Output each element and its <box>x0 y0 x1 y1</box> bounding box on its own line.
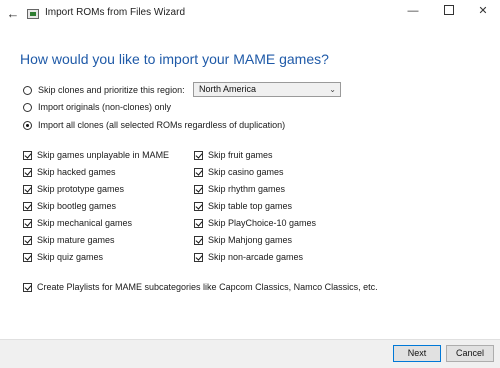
radio-label: Import all clones (all selected ROMs reg… <box>38 120 286 130</box>
checkbox[interactable] <box>194 235 203 245</box>
maximize-icon <box>444 5 454 16</box>
checkbox-label: Skip PlayChoice-10 games <box>208 218 317 228</box>
checkbox-label: Skip hacked games <box>37 167 116 177</box>
checkbox[interactable] <box>23 218 32 228</box>
minimize-button[interactable]: — <box>396 0 430 22</box>
checkbox-skip-prototype[interactable]: Skip prototype games <box>23 182 124 196</box>
radio-skip-clones[interactable]: Skip clones and prioritize this region: <box>23 83 185 97</box>
checkbox[interactable] <box>194 150 203 160</box>
checkbox[interactable] <box>23 282 32 292</box>
region-select[interactable]: North America ⌄ <box>193 82 341 97</box>
checkbox-skip-hacked[interactable]: Skip hacked games <box>23 165 116 179</box>
checkbox-label: Skip prototype games <box>37 184 125 194</box>
region-select-value: North America <box>199 84 257 94</box>
checkbox-label: Skip mechanical games <box>37 218 133 228</box>
checkbox-skip-mechanical[interactable]: Skip mechanical games <box>23 216 132 230</box>
checkbox-skip-fruit[interactable]: Skip fruit games <box>194 148 273 162</box>
checkbox[interactable] <box>194 167 203 177</box>
radio-button[interactable] <box>23 120 32 130</box>
checkbox-skip-non-arcade[interactable]: Skip non-arcade games <box>194 250 303 264</box>
checkbox[interactable] <box>23 167 32 177</box>
close-icon: ✕ <box>478 5 488 17</box>
checkbox-label: Skip non-arcade games <box>208 252 304 262</box>
checkbox[interactable] <box>194 201 203 211</box>
cancel-button[interactable]: Cancel <box>446 345 494 362</box>
checkbox[interactable] <box>194 252 203 262</box>
checkbox[interactable] <box>194 184 203 194</box>
checkbox-skip-table-top[interactable]: Skip table top games <box>194 199 292 213</box>
checkbox-label: Skip bootleg games <box>37 201 117 211</box>
radio-originals-only[interactable]: Import originals (non-clones) only <box>23 100 171 114</box>
checkbox-skip-unplayable[interactable]: Skip games unplayable in MAME <box>23 148 169 162</box>
checkbox-skip-casino[interactable]: Skip casino games <box>194 165 284 179</box>
checkbox[interactable] <box>23 150 32 160</box>
checkbox-skip-quiz[interactable]: Skip quiz games <box>23 250 103 264</box>
checkbox-label: Create Playlists for MAME subcategories … <box>37 282 378 292</box>
back-button[interactable]: ← <box>4 5 22 23</box>
next-button[interactable]: Next <box>393 345 441 362</box>
checkbox-skip-mature[interactable]: Skip mature games <box>23 233 115 247</box>
checkbox-label: Skip quiz games <box>37 252 104 262</box>
checkbox-skip-mahjong[interactable]: Skip Mahjong games <box>194 233 292 247</box>
checkbox-skip-bootleg[interactable]: Skip bootleg games <box>23 199 116 213</box>
arrow-left-icon: ← <box>6 6 20 21</box>
checkbox-label: Skip rhythm games <box>208 184 286 194</box>
checkbox[interactable] <box>194 218 203 228</box>
maximize-button[interactable] <box>432 0 466 22</box>
checkbox-skip-playchoice[interactable]: Skip PlayChoice-10 games <box>194 216 316 230</box>
checkbox-label: Skip mature games <box>37 235 115 245</box>
radio-label: Skip clones and prioritize this region: <box>38 85 185 95</box>
radio-label: Import originals (non-clones) only <box>38 102 172 112</box>
checkbox-label: Skip table top games <box>208 201 293 211</box>
checkbox-label: Skip games unplayable in MAME <box>37 150 170 160</box>
checkbox[interactable] <box>23 201 32 211</box>
close-button[interactable]: ✕ <box>466 0 500 22</box>
app-icon <box>27 9 39 19</box>
checkbox-label: Skip fruit games <box>208 150 273 160</box>
page-heading: How would you like to import your MAME g… <box>20 51 329 67</box>
checkbox[interactable] <box>23 184 32 194</box>
checkbox-create-playlists[interactable]: Create Playlists for MAME subcategories … <box>23 280 378 294</box>
checkbox[interactable] <box>23 252 32 262</box>
window-title: Import ROMs from Files Wizard <box>45 7 186 18</box>
checkbox-label: Skip casino games <box>208 167 284 177</box>
radio-import-all-clones[interactable]: Import all clones (all selected ROMs reg… <box>23 118 285 132</box>
radio-button[interactable] <box>23 102 32 112</box>
chevron-down-icon: ⌄ <box>329 85 336 94</box>
minimize-icon: — <box>407 5 419 17</box>
checkbox-label: Skip Mahjong games <box>208 235 293 245</box>
checkbox[interactable] <box>23 235 32 245</box>
radio-button[interactable] <box>23 85 32 95</box>
title-bar: ← Import ROMs from Files Wizard — ✕ <box>0 0 500 28</box>
checkbox-skip-rhythm[interactable]: Skip rhythm games <box>194 182 285 196</box>
